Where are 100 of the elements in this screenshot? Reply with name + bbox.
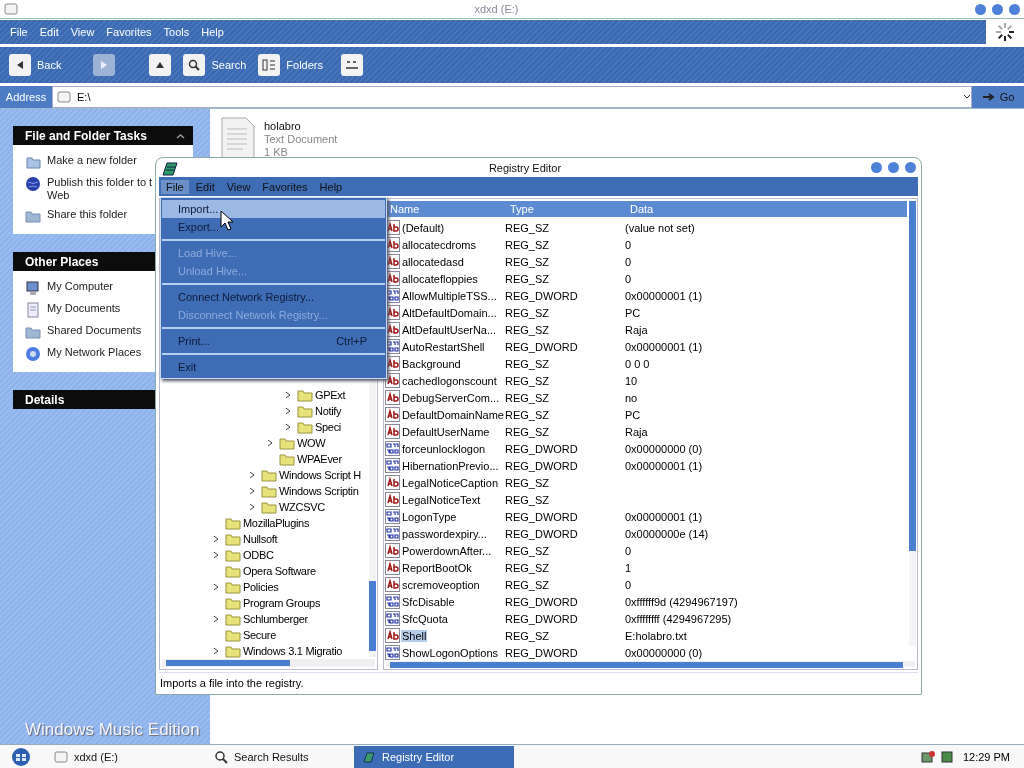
menu-option[interactable]: Import... [162,200,385,218]
value-type: REG_DWORD [505,442,579,455]
taskbar-button[interactable]: Search Results [206,745,354,768]
value-name[interactable]: AltDefaultDomain... [401,306,498,319]
value-name[interactable]: AltDefaultUserNa... [401,323,498,336]
tree-item[interactable]: Schlumberger [243,613,308,625]
menu-item[interactable]: View [64,26,101,38]
tree-item[interactable]: Policies [243,581,279,593]
value-name[interactable]: LogonType [401,510,458,523]
value-type: REG_SZ [505,255,550,268]
value-name[interactable]: DefaultUserName [401,425,491,438]
value-name[interactable]: SfcDisable [401,595,456,608]
task-link[interactable]: My Documents [25,302,121,318]
tree-item[interactable]: GPExt [315,389,346,401]
value-type: REG_DWORD [505,595,579,608]
menu-item[interactable]: Favorites [100,26,158,38]
value-name[interactable]: LegalNoticeText [401,493,482,506]
value-type: REG_DWORD [505,527,579,540]
menu-item[interactable]: File [161,179,189,194]
value-data: 0x00000001 (1) [625,459,704,472]
value-name[interactable]: AutoRestartShell [401,340,486,353]
value-name[interactable]: HibernationPrevio... [401,459,500,472]
value-name[interactable]: allocatecdroms [401,238,477,251]
value-name[interactable]: allocatedasd [401,255,465,268]
value-type: REG_SZ [505,476,550,489]
tree-item[interactable]: WOW [297,437,326,449]
tree-item[interactable]: MozillaPlugins [243,517,310,529]
task-link[interactable]: Publish this folder to t Web [25,176,153,202]
tree-item[interactable]: WZCSVC [279,501,325,513]
menu-item[interactable]: Tools [157,26,196,38]
back-button[interactable]: Back [9,54,62,76]
value-name[interactable]: allocatefloppies [401,272,479,285]
value-data: 1 [625,561,633,574]
value-data: 0 [625,238,633,251]
tree-item[interactable]: Nullsoft [243,533,278,545]
folders-button[interactable]: Folders [258,54,323,76]
value-data: 0x00000000 (0) [625,442,704,455]
value-name[interactable]: Shell [401,629,428,642]
taskbar-button[interactable]: xdxd (E:) [46,745,206,768]
menu-item[interactable]: File [4,26,34,38]
clock: 12:29 PM [962,750,1010,763]
shortcut-label: Ctrl+P [336,335,367,347]
tree-item[interactable]: Windows Scriptin [279,485,359,497]
value-data: 0 [625,578,633,591]
panel-header[interactable]: Details [13,390,155,409]
menu-item[interactable]: Help [195,26,230,38]
value-type: REG_SZ [505,425,550,438]
value-name[interactable]: forceunlocklogon [401,442,487,455]
menu-item[interactable]: View [221,179,256,194]
panel-header[interactable]: File and Folder Tasks [13,126,193,145]
go-button[interactable]: Go [972,86,1024,108]
menu-item[interactable]: Edit [33,26,65,38]
task-link[interactable]: Share this folder [25,208,128,224]
tree-item[interactable]: Notify [315,405,342,417]
panel-header[interactable]: Other Places [13,252,155,271]
value-type: REG_SZ [505,323,550,336]
value-name[interactable]: DebugServerCom... [401,391,501,404]
task-link[interactable]: Shared Documents [25,324,142,340]
tree-item[interactable]: Windows 3.1 Migratio [243,645,343,657]
value-type: REG_SZ [505,493,550,506]
value-name[interactable]: cachedlogonscount [401,374,498,387]
menu-item[interactable]: Favorites [257,179,313,194]
task-link[interactable]: Make a new folder [25,154,137,170]
value-type: REG_SZ [505,629,550,642]
value-type: REG_SZ [505,578,550,591]
tree-item[interactable]: Opera Software [243,565,316,577]
value-name[interactable]: LegalNoticeCaption [401,476,499,489]
value-data: 0 [625,544,633,557]
value-name[interactable]: Background [401,357,462,370]
value-type: REG_SZ [505,561,550,574]
value-data: (value not set) [625,221,696,234]
search-button[interactable]: Search [183,54,247,76]
tree-item[interactable]: Secure [243,629,277,641]
value-data: no [625,391,639,404]
taskbar-button[interactable]: Registry Editor [354,745,514,768]
file-name[interactable]: holabro [264,120,338,132]
tree-item[interactable]: Windows Script H [279,469,361,481]
tree-item[interactable]: Program Groups [243,597,321,609]
value-name[interactable]: DefaultDomainName [400,408,505,421]
value-type: REG_SZ [505,391,550,404]
tree-item[interactable]: Speci [315,421,342,433]
value-name[interactable]: SfcQuota [401,612,449,625]
tree-item[interactable]: ODBC [243,549,274,561]
value-data: 10 [625,374,639,387]
menu-item[interactable]: Edit [190,179,220,194]
value-name[interactable]: scremoveoption [401,578,481,591]
task-link[interactable]: My Network Places [25,346,142,362]
menu-item[interactable]: Help [314,179,348,194]
task-link[interactable]: My Computer [25,280,114,296]
value-name[interactable]: ShowLogonOptions [401,646,499,659]
value-name[interactable]: (Default) [401,221,446,234]
value-name[interactable]: AllowMultipleTSS... [401,289,498,302]
value-name[interactable]: ReportBootOk [401,561,473,574]
status-text: Imports a file into the registry. [159,672,918,693]
tree-item[interactable]: WPAEver [297,453,342,465]
value-data: 0 [625,272,633,285]
value-name[interactable]: passwordexpiry... [401,527,488,540]
value-name[interactable]: PowerdownAfter... [401,544,493,557]
value-data: Raja [625,425,649,438]
address-field[interactable]: E:\ [52,86,972,108]
